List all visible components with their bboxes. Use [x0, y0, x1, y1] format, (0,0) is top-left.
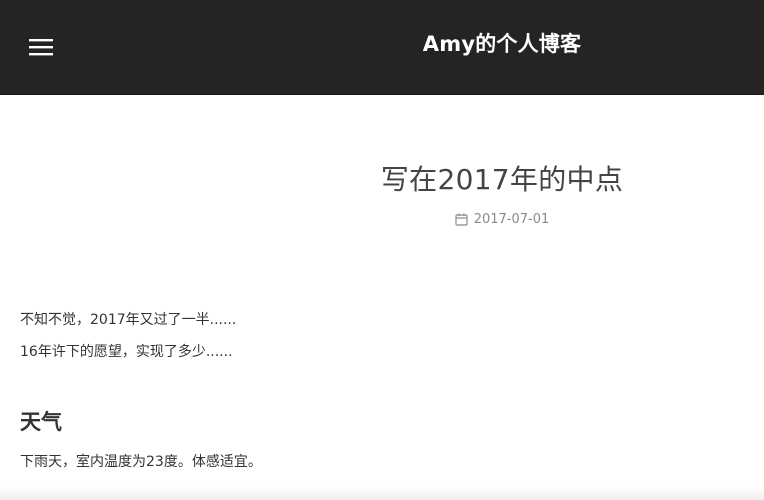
intro-line: 16年许下的愿望，实现了多少...... [20, 344, 233, 360]
blog-page: Amy的个人博客 写在2017年的中点 2017-07-01 不知不觉，2017… [0, 0, 764, 500]
calendar-icon [455, 213, 468, 226]
post-title: 写在2017年的中点 [380, 163, 624, 196]
site-title-link[interactable]: Amy的个人博客 [360, 28, 644, 58]
post-date: 2017-07-01 [473, 212, 550, 227]
post-content: 不知不觉，2017年又过了一半...... 16年许下的愿望，实现了多少....… [20, 304, 740, 478]
bottom-shadow [0, 486, 764, 500]
intro-line: 不知不觉，2017年又过了一半...... [20, 312, 237, 328]
section-paragraph: 下雨天，室内温度为23度。体感适宜。 [20, 454, 262, 470]
top-navigation-bar: Amy的个人博客 [0, 0, 764, 95]
post-header: 写在2017年的中点 2017-07-01 [330, 158, 674, 227]
hamburger-menu-icon [29, 39, 53, 56]
post-meta: 2017-07-01 [330, 212, 674, 227]
hamburger-menu-button[interactable] [28, 36, 58, 62]
section-heading-weather: 天气 [20, 410, 62, 434]
